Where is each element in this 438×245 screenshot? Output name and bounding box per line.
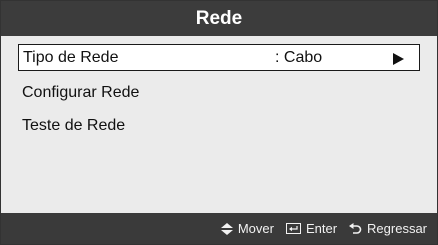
menu-list: Tipo de Rede : Cabo Configurar Rede Test… — [1, 36, 437, 213]
right-arrow-icon — [393, 53, 404, 65]
return-icon — [349, 222, 362, 234]
hint-enter: Enter — [285, 221, 338, 236]
hint-regressar: Regressar — [349, 221, 427, 236]
title-bar: Rede — [1, 1, 437, 36]
menu-item-label: Tipo de Rede — [23, 48, 119, 66]
hint-mover: Mover — [220, 221, 274, 236]
menu-item-configurar-rede[interactable]: Configurar Rede — [18, 79, 420, 106]
menu-item-label: Teste de Rede — [22, 116, 126, 134]
menu-item-teste-de-rede[interactable]: Teste de Rede — [18, 112, 420, 139]
network-menu-window: Rede Tipo de Rede : Cabo Configurar Rede… — [0, 0, 438, 245]
up-down-arrow-icon — [220, 222, 233, 235]
hint-label: Mover — [237, 221, 274, 236]
menu-item-tipo-de-rede[interactable]: Tipo de Rede : Cabo — [18, 44, 420, 71]
button-hints-bar: Mover Enter Regressar — [1, 213, 437, 244]
menu-title: Rede — [195, 7, 243, 29]
hint-label: Enter — [305, 221, 338, 236]
menu-item-label: Configurar Rede — [22, 83, 140, 101]
enter-icon — [285, 223, 301, 234]
hint-label: Regressar — [367, 221, 427, 236]
menu-item-value: : Cabo — [275, 48, 323, 66]
